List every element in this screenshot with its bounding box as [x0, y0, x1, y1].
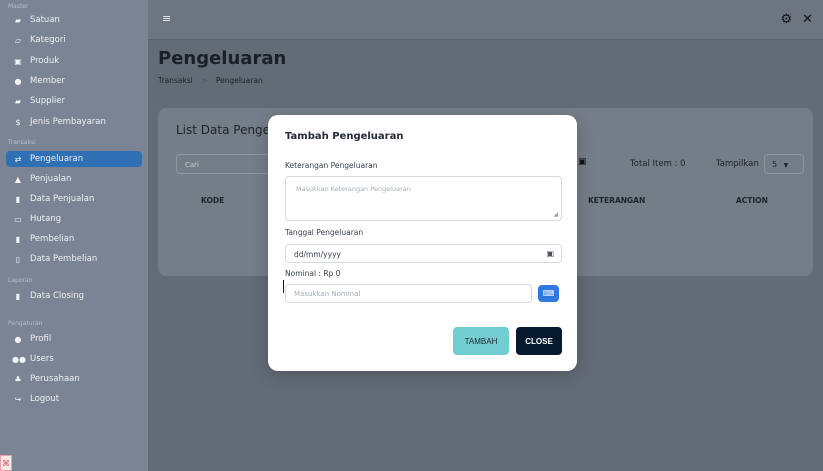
sidebar-item-logout[interactable]: ↪ Logout — [6, 391, 142, 407]
column-action: ACTION — [736, 196, 768, 205]
nominal-input[interactable]: Masukkan Nominal — [285, 284, 532, 303]
calendar-icon[interactable]: ▣ — [578, 157, 587, 167]
sidebar-item-label: Perusahaan — [30, 374, 80, 384]
sidebar-item-label: Satuan — [30, 15, 60, 25]
sidebar-item-label: Penjualan — [30, 174, 72, 184]
calendar-icon[interactable]: ▣ — [546, 249, 554, 258]
sidebar-item-pembelian[interactable]: ▮ Pembelian — [6, 231, 142, 247]
shopping-icon: ▮ — [15, 234, 21, 244]
logout-icon: ↪ — [14, 394, 22, 404]
sidebar-item-label: Data Closing — [30, 291, 85, 301]
users-icon: ●● — [12, 354, 26, 364]
search-input[interactable]: Cari — [176, 154, 276, 174]
tanggal-label: Tanggal Pengeluaran — [285, 228, 364, 237]
keyboard-icon: ⌨ — [542, 289, 555, 298]
chevron-down-icon: ▼ — [783, 162, 789, 169]
sidebar: Master ▰ Satuan ▱ Kategori ▣ Produk ● Me… — [0, 0, 148, 471]
show-label: Tampilkan — [716, 159, 759, 169]
sidebar-item-data-pembelian[interactable]: ▯ Data Pembelian — [6, 251, 142, 267]
fullscreen-icon[interactable]: ✕ — [802, 12, 813, 27]
topbar: ≡ ⚙ ✕ — [148, 0, 823, 40]
breadcrumb-current: Pengeluaran — [215, 76, 263, 85]
box-icon: ▣ — [14, 56, 22, 66]
sidebar-section-transaksi: Transaksi — [8, 139, 36, 146]
sidebar-item-label: Users — [30, 354, 54, 364]
user-icon: ● — [14, 76, 22, 86]
truck-icon: ▰ — [14, 96, 22, 106]
sidebar-item-label: Jenis Pembayaran — [30, 117, 106, 127]
sidebar-item-data-closing[interactable]: ▮ Data Closing — [6, 288, 142, 304]
sidebar-item-pengeluaran[interactable]: ⇄ Pengeluaran — [6, 151, 142, 167]
page-size-select[interactable]: 5 ▼ — [764, 154, 804, 174]
sidebar-section-laporan: Laporan — [8, 277, 33, 284]
sidebar-item-member[interactable]: ● Member — [6, 73, 142, 89]
sidebar-item-data-penjualan[interactable]: ▮ Data Penjualan — [6, 191, 142, 207]
tambah-button[interactable]: TAMBAH — [453, 327, 509, 355]
document-icon: ▯ — [15, 254, 21, 264]
breadcrumb-separator: > — [201, 76, 208, 85]
sidebar-item-label: Pembelian — [30, 234, 75, 244]
sidebar-item-label: Logout — [30, 394, 60, 404]
profile-icon: ● — [14, 334, 22, 344]
keterangan-textarea[interactable]: Masukkan Keterangan Pengeluaran ◢ — [285, 176, 562, 221]
dollar-icon: $ — [15, 117, 21, 127]
sidebar-section-pengaturan: Pengaturan — [8, 320, 43, 327]
add-expense-modal: Tambah Pengeluaran Keterangan Pengeluara… — [268, 115, 577, 371]
transfer-icon: ⇄ — [14, 154, 22, 164]
sidebar-item-label: Hutang — [30, 214, 62, 224]
resize-handle-icon[interactable]: ◢ — [553, 211, 558, 218]
menu-icon[interactable]: ≡ — [162, 12, 171, 25]
sidebar-item-label: Data Pembelian — [30, 254, 98, 264]
column-keterangan: KETERANGAN — [588, 196, 646, 205]
tanggal-value: dd/mm/yyyy — [294, 250, 341, 259]
breadcrumb-parent[interactable]: Transaksi — [158, 76, 193, 85]
sidebar-item-hutang[interactable]: ▭ Hutang — [6, 211, 142, 227]
sidebar-item-kategori[interactable]: ▱ Kategori — [6, 32, 142, 48]
keterangan-placeholder: Masukkan Keterangan Pengeluaran — [296, 185, 411, 193]
sidebar-item-label: Profil — [30, 334, 52, 344]
sidebar-item-label: Supplier — [30, 96, 66, 106]
column-kode: KODE — [201, 196, 225, 205]
keyboard-button[interactable]: ⌨ — [538, 285, 559, 302]
close-button[interactable]: CLOSE — [516, 327, 562, 355]
app-root: Master ▰ Satuan ▱ Kategori ▣ Produk ● Me… — [0, 0, 823, 471]
tanggal-input[interactable]: dd/mm/yyyy ▣ — [285, 244, 562, 263]
file-icon: ▮ — [15, 291, 21, 301]
sidebar-item-users[interactable]: ●● Users — [6, 351, 142, 367]
page-title: Pengeluaran — [158, 48, 287, 69]
company-icon: ♣ — [14, 374, 22, 384]
folder-open-icon: ▱ — [14, 35, 22, 45]
sidebar-item-label: Member — [30, 76, 65, 86]
sidebar-item-penjualan[interactable]: ▲ Penjualan — [6, 171, 142, 187]
folder-icon: ▰ — [14, 15, 22, 25]
text-cursor — [283, 280, 284, 293]
gear-icon[interactable]: ⚙ — [780, 12, 792, 27]
nominal-label: Nominal : Rp 0 — [285, 269, 341, 278]
topbar-icons: ⚙ ✕ — [780, 12, 813, 27]
sidebar-item-perusahaan[interactable]: ♣ Perusahaan — [6, 371, 142, 387]
breadcrumb: Transaksi > Pengeluaran — [158, 76, 263, 85]
sidebar-item-label: Pengeluaran — [30, 154, 84, 164]
sidebar-item-supplier[interactable]: ▰ Supplier — [6, 93, 142, 109]
sidebar-item-label: Data Penjualan — [30, 194, 95, 204]
cart-icon: ▲ — [14, 174, 22, 184]
sidebar-item-produk[interactable]: ▣ Produk — [6, 53, 142, 69]
list-title: List Data Pengel — [176, 123, 274, 137]
sidebar-item-satuan[interactable]: ▰ Satuan — [6, 12, 142, 28]
app-logo-icon: ⌘ — [0, 455, 12, 471]
sidebar-item-label: Produk — [30, 56, 60, 66]
total-item-text: Total Item : 0 — [630, 159, 686, 169]
sidebar-item-profil[interactable]: ● Profil — [6, 331, 142, 347]
sidebar-item-label: Kategori — [30, 35, 66, 45]
report-icon: ▮ — [15, 194, 21, 204]
sidebar-section-master: Master — [8, 3, 29, 10]
page-size-value: 5 — [772, 160, 778, 169]
modal-title: Tambah Pengeluaran — [285, 131, 404, 142]
keterangan-label: Keterangan Pengeluaran — [285, 161, 378, 170]
sidebar-item-jenis-pembayaran[interactable]: $ Jenis Pembayaran — [6, 114, 142, 130]
wallet-icon: ▭ — [14, 214, 22, 224]
